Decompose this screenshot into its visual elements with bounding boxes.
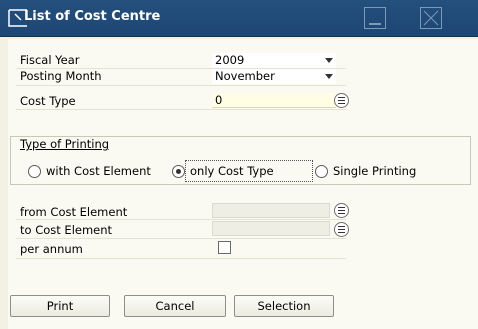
cost-type-label: Cost Type [20, 94, 76, 108]
selection-button[interactable]: Selection [234, 295, 334, 317]
radio-only-cost-type[interactable] [172, 165, 185, 178]
fiscal-year-dropdown[interactable]: 2009 [212, 53, 336, 68]
fiscal-year-label: Fiscal Year [20, 53, 80, 67]
to-cost-element-label: to Cost Element [20, 223, 113, 237]
divider [16, 238, 346, 239]
divider [16, 109, 346, 110]
cost-type-input[interactable]: 0 [212, 93, 336, 108]
printing-type-title: Type of Printing [20, 137, 110, 151]
cost-type-value: 0 [215, 93, 223, 107]
form-area: Fiscal Year 2009 Posting Month November … [8, 39, 478, 329]
window-title: List of Cost Centre [24, 9, 161, 24]
chevron-down-icon [325, 74, 333, 79]
from-cost-element-lookup-icon[interactable] [334, 203, 349, 218]
to-cost-element-lookup-icon[interactable] [334, 222, 349, 237]
from-cost-element-input[interactable] [212, 203, 330, 218]
cancel-button[interactable]: Cancel [124, 295, 226, 317]
to-cost-element-input[interactable] [212, 221, 330, 236]
radio-with-cost-element-label[interactable]: with Cost Element [46, 164, 151, 178]
print-button[interactable]: Print [10, 295, 110, 317]
close-button[interactable] [420, 7, 442, 29]
chevron-down-icon [325, 58, 333, 63]
fiscal-year-value: 2009 [215, 53, 245, 67]
per-annum-checkbox[interactable] [218, 241, 231, 254]
posting-month-dropdown[interactable]: November [212, 69, 336, 84]
per-annum-label: per annum [20, 242, 83, 256]
radio-single-printing[interactable] [315, 165, 328, 178]
divider [16, 258, 346, 259]
radio-with-cost-element[interactable] [28, 165, 41, 178]
posting-month-value: November [215, 69, 275, 83]
title-bar: List of Cost Centre [0, 0, 478, 37]
minimize-button[interactable] [364, 7, 386, 29]
divider [16, 85, 346, 86]
dialog-window: List of Cost Centre Fiscal Year 2009 Pos… [0, 0, 478, 329]
posting-month-label: Posting Month [20, 69, 102, 83]
radio-only-cost-type-label[interactable]: only Cost Type [190, 164, 274, 178]
radio-single-printing-label[interactable]: Single Printing [333, 164, 416, 178]
close-icon [423, 10, 439, 26]
cost-type-lookup-icon[interactable] [334, 93, 349, 108]
divider [16, 219, 346, 220]
from-cost-element-label: from Cost Element [20, 205, 128, 219]
